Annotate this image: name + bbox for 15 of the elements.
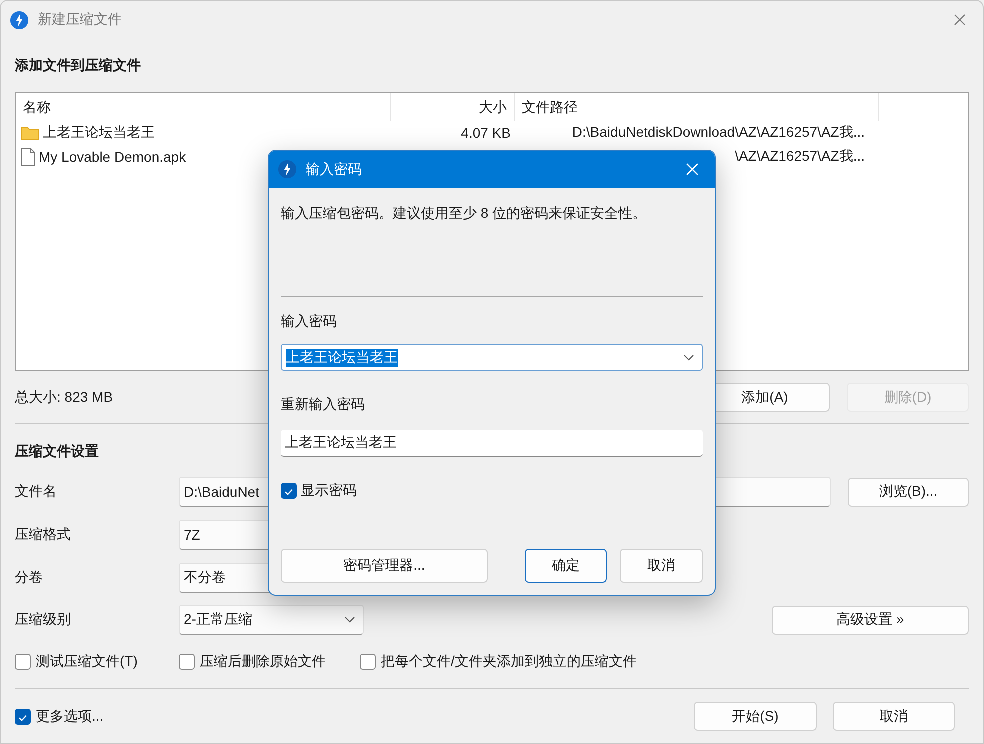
field-label: 分卷 [15,569,44,587]
field-label: 输入密码 [281,312,338,330]
total-size: 总大小: 823 MB [15,388,114,404]
window-title: 新建压缩文件 [38,11,123,29]
dialog-title: 输入密码 [306,160,363,178]
field-label: 压缩级别 [15,611,72,629]
field-label: 压缩格式 [15,526,72,544]
field-label: 文件名 [15,483,58,501]
section-heading: 压缩文件设置 [15,442,99,460]
file-size: 4.07 KB [461,125,511,141]
dialog-description: 输入压缩包密码。建议使用至少 8 位的密码来保证安全性。 [281,204,648,222]
file-path: \AZ\AZ16257\AZ我... [735,148,865,164]
field-label: 重新输入密码 [281,395,366,413]
file-path: D:\BaiduNetdiskDownload\AZ\AZ16257\AZ我... [572,124,865,140]
section-heading: 添加文件到压缩文件 [15,56,141,74]
